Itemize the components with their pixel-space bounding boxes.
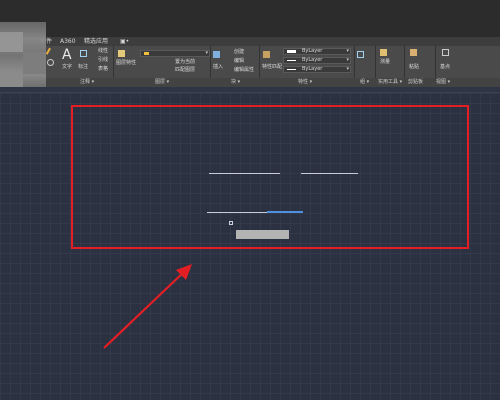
- ribbon-tab-bar: 插件 A360 精选应用 ▣•: [0, 37, 500, 46]
- layer-dropdown[interactable]: ▾: [140, 50, 210, 57]
- linetype-value: ByLayer: [302, 57, 323, 63]
- chevron-down-icon: ▾: [205, 50, 208, 56]
- linetype-dropdown[interactable]: ByLayer ▾: [283, 57, 351, 64]
- layer-properties-icon[interactable]: [118, 50, 125, 57]
- linetype-swatch: [287, 60, 296, 61]
- color-swatch: [287, 50, 296, 53]
- pencil-icon[interactable]: [45, 47, 56, 58]
- match-layer-label[interactable]: 匹配图层: [175, 67, 195, 73]
- text-input-box[interactable]: [236, 230, 289, 239]
- text-tool-label[interactable]: 文字: [62, 64, 72, 70]
- grip-point[interactable]: [229, 221, 233, 225]
- dimension-line[interactable]: [209, 173, 280, 174]
- lineweight-dropdown[interactable]: ByLayer ▾: [283, 66, 351, 73]
- dimension-line[interactable]: [207, 212, 267, 213]
- edit-attributes-label[interactable]: 编辑属性: [234, 67, 254, 73]
- panel-title-annotate[interactable]: 注释 ▾: [80, 79, 94, 86]
- linear-dim-label[interactable]: 线性: [98, 48, 108, 54]
- color-dropdown[interactable]: ByLayer ▾: [283, 48, 351, 55]
- pixel-block: [0, 32, 23, 52]
- dimension-line[interactable]: [301, 173, 358, 174]
- dimension-icon[interactable]: [80, 50, 87, 57]
- pixel-block: [23, 52, 46, 74]
- tab-featured-apps[interactable]: 精选应用: [84, 38, 108, 45]
- panel-title-view[interactable]: 视图 ▾: [436, 79, 450, 86]
- tab-a360[interactable]: A360: [60, 38, 76, 45]
- chevron-down-icon: ▾: [346, 48, 349, 54]
- panel-title-clipboard[interactable]: 剪贴板: [408, 79, 423, 86]
- leader-label[interactable]: 引线: [98, 57, 108, 63]
- selected-line[interactable]: [267, 211, 303, 213]
- group-icon[interactable]: [357, 51, 364, 58]
- circle-icon[interactable]: [47, 59, 54, 66]
- panel-title-properties[interactable]: 特性 ▾: [298, 79, 312, 86]
- edit-block-label[interactable]: 编辑: [234, 58, 244, 64]
- table-label[interactable]: 表格: [98, 66, 108, 72]
- make-current-label[interactable]: 置为当前: [175, 59, 195, 65]
- match-properties-label[interactable]: 特性匹配: [262, 64, 282, 70]
- create-block-label[interactable]: 创建: [234, 49, 244, 55]
- measure-label[interactable]: 测量: [380, 59, 390, 65]
- measure-icon[interactable]: [380, 49, 387, 56]
- layer-properties-label[interactable]: 图层特性: [116, 60, 136, 66]
- title-bar: [0, 0, 500, 37]
- dimension-tool-label[interactable]: 标注: [78, 64, 88, 70]
- paste-label[interactable]: 粘贴: [409, 64, 419, 70]
- lineweight-swatch: [287, 69, 296, 70]
- panel-title-block[interactable]: 块 ▾: [231, 79, 240, 86]
- tab-more[interactable]: ▣•: [120, 38, 129, 45]
- lineweight-value: ByLayer: [302, 66, 323, 72]
- panel-title-layers[interactable]: 图层 ▾: [155, 79, 169, 86]
- insert-label[interactable]: 插入: [213, 64, 223, 70]
- paste-icon[interactable]: [410, 49, 417, 56]
- chevron-down-icon: ▾: [346, 66, 349, 72]
- lightbulb-icon: [144, 52, 149, 55]
- annotation-highlight-box: [71, 105, 469, 249]
- panel-title-groups[interactable]: 组 ▾: [360, 79, 369, 86]
- chevron-down-icon: ▾: [346, 57, 349, 63]
- ribbon-panel-titles: 注释 ▾ 图层 ▾ 块 ▾ 特性 ▾ 组 ▾ 实用工具 ▾ 剪贴板 视图 ▾: [0, 78, 500, 87]
- base-point-icon[interactable]: [442, 49, 449, 56]
- insert-block-icon[interactable]: [213, 51, 220, 58]
- match-properties-icon[interactable]: [263, 51, 270, 58]
- base-point-label[interactable]: 基点: [440, 64, 450, 70]
- text-a-icon[interactable]: A: [62, 48, 72, 62]
- panel-title-utilities[interactable]: 实用工具 ▾: [378, 79, 402, 86]
- color-value: ByLayer: [302, 48, 323, 54]
